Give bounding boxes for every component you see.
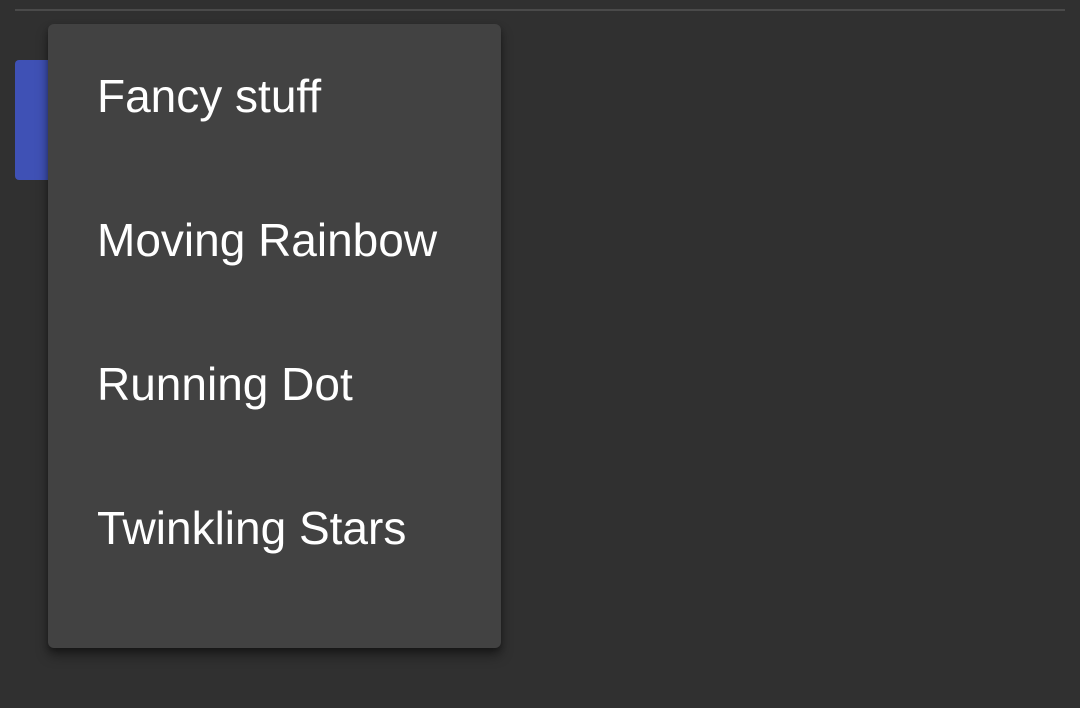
menu-item-running-dot[interactable]: Running Dot bbox=[48, 312, 501, 456]
dropdown-menu: Fancy stuff Moving Rainbow Running Dot T… bbox=[48, 24, 501, 648]
menu-item-moving-rainbow[interactable]: Moving Rainbow bbox=[48, 168, 501, 312]
menu-item-twinkling-stars[interactable]: Twinkling Stars bbox=[48, 456, 501, 600]
menu-item-fancy-stuff[interactable]: Fancy stuff bbox=[48, 24, 501, 168]
top-divider bbox=[15, 9, 1065, 11]
